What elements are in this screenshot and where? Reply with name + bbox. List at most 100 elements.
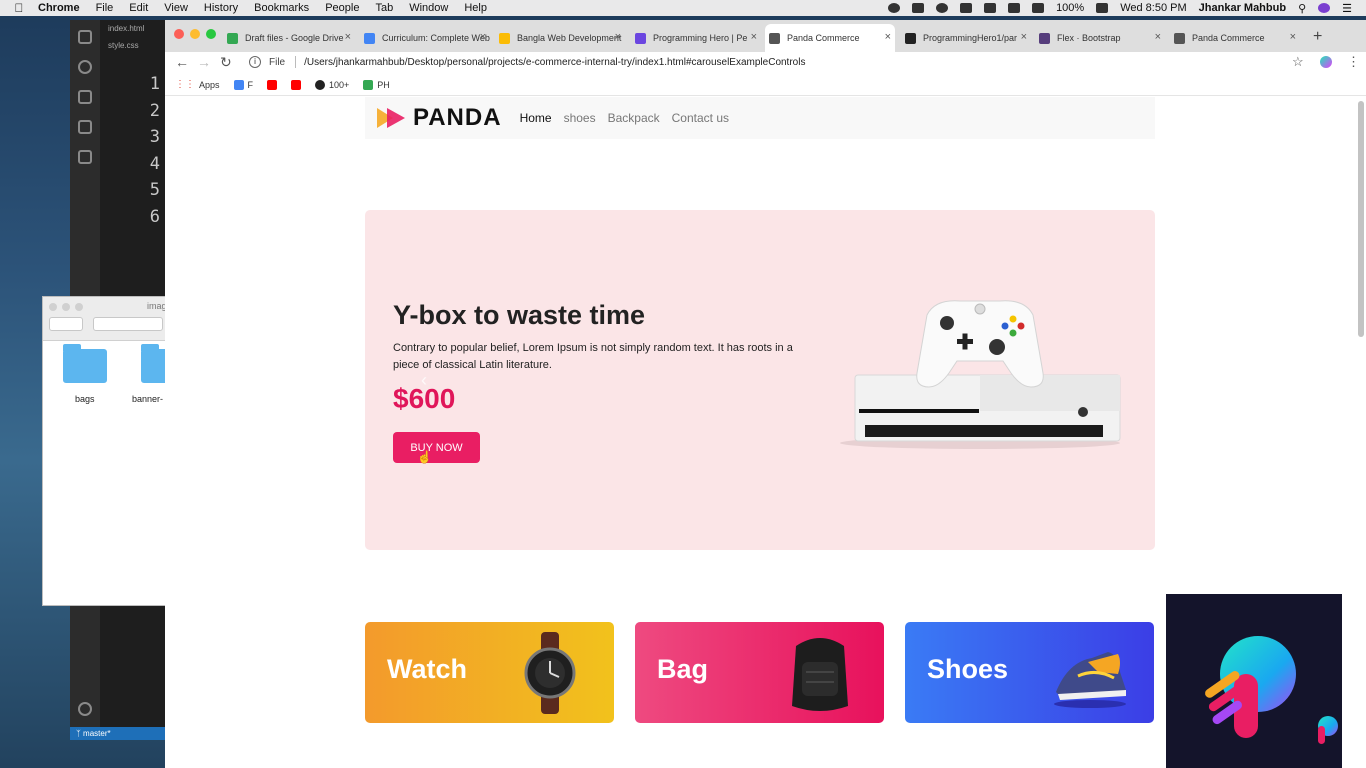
hero-description: Contrary to popular belief, Lorem Ipsum … bbox=[393, 342, 793, 371]
tab-title: Draft files - Google Drive bbox=[245, 33, 344, 43]
category-card-shoes[interactable]: Shoes bbox=[905, 622, 1154, 723]
debug-icon[interactable] bbox=[78, 120, 92, 134]
nav-shoes[interactable]: shoes bbox=[564, 111, 596, 125]
bookmark-star-icon[interactable]: ☆ bbox=[1292, 54, 1304, 70]
bookmark-youtube-1[interactable] bbox=[267, 79, 278, 90]
folder-label-banner[interactable]: banner- bbox=[132, 394, 163, 404]
menu-help[interactable]: Help bbox=[464, 2, 487, 14]
menu-history[interactable]: History bbox=[204, 2, 238, 14]
wifi-icon[interactable] bbox=[960, 3, 973, 13]
cloud-icon[interactable] bbox=[912, 3, 925, 13]
menu-file[interactable]: File bbox=[96, 2, 114, 14]
nav-home[interactable]: Home bbox=[520, 111, 552, 125]
git-branch-icon: ᛉ bbox=[76, 729, 81, 738]
brand-name: PANDA bbox=[413, 104, 502, 131]
reload-icon[interactable]: ↻ bbox=[220, 54, 232, 71]
folder-label-bags[interactable]: bags bbox=[75, 394, 95, 404]
category-card-watch[interactable]: Watch bbox=[365, 622, 614, 723]
youtube-icon bbox=[291, 79, 302, 90]
minimize-dot[interactable] bbox=[62, 303, 70, 311]
spotlight-icon[interactable]: ⚲ bbox=[1298, 2, 1306, 15]
siri-icon[interactable] bbox=[1318, 3, 1331, 13]
browser-tab[interactable]: Curriculum: Complete Web × bbox=[360, 24, 490, 52]
tab-close-icon[interactable]: × bbox=[480, 31, 486, 43]
display-icon[interactable] bbox=[1008, 3, 1021, 13]
finder-back-forward[interactable] bbox=[49, 317, 83, 331]
browser-tab[interactable]: Bangla Web Development × bbox=[495, 24, 625, 52]
nav-backpack[interactable]: Backpack bbox=[608, 111, 660, 125]
browser-tab[interactable]: ProgrammingHero1/par × bbox=[901, 24, 1031, 52]
menu-app-name[interactable]: Chrome bbox=[38, 2, 80, 14]
menu-view[interactable]: View bbox=[164, 2, 188, 14]
menu-window[interactable]: Window bbox=[409, 2, 448, 14]
extension-icon[interactable] bbox=[1320, 56, 1332, 68]
nav-contact[interactable]: Contact us bbox=[672, 111, 729, 125]
user-name[interactable]: Jhankar Mahbub bbox=[1199, 2, 1286, 14]
tab-close-icon[interactable]: × bbox=[1290, 31, 1296, 43]
bookmark-label: 100+ bbox=[329, 79, 350, 90]
minimize-window-dot[interactable] bbox=[190, 29, 200, 39]
finder-view-switcher[interactable] bbox=[93, 317, 163, 331]
bookmark-youtube-2[interactable] bbox=[291, 79, 302, 90]
buy-now-button[interactable]: BUY NOW bbox=[393, 432, 480, 463]
address-bar[interactable]: i File /Users/jhankarmahbub/Desktop/pers… bbox=[249, 52, 1339, 72]
bookmark-ph[interactable]: PH bbox=[363, 79, 390, 90]
tab-favicon-icon bbox=[227, 33, 238, 44]
explorer-icon[interactable] bbox=[78, 30, 92, 44]
category-label: Watch bbox=[387, 654, 467, 684]
carousel-prev-icon[interactable]: ‹ bbox=[421, 370, 427, 391]
finder-toolbar: imag bbox=[43, 297, 171, 341]
apple-menu-icon[interactable]:  bbox=[0, 1, 38, 15]
bookmarks-bar: ⋮⋮ Apps F 100+ PH bbox=[165, 74, 1366, 96]
dropbox-icon[interactable] bbox=[936, 3, 949, 13]
brand-logo[interactable]: PANDA bbox=[375, 104, 502, 132]
browser-tab[interactable]: Flex · Bootstrap × bbox=[1035, 24, 1165, 52]
search-icon[interactable] bbox=[78, 60, 92, 74]
tab-close-icon[interactable]: × bbox=[751, 31, 757, 43]
close-window-dot[interactable] bbox=[174, 29, 184, 39]
flag-icon[interactable] bbox=[984, 3, 997, 13]
hero-carousel: Y-box to waste time Contrary to popular … bbox=[365, 210, 1155, 550]
zoom-dot[interactable] bbox=[75, 303, 83, 311]
menu-bookmarks[interactable]: Bookmarks bbox=[254, 2, 309, 14]
record-icon[interactable] bbox=[888, 3, 901, 13]
tab-close-icon[interactable]: × bbox=[615, 31, 621, 43]
menu-edit[interactable]: Edit bbox=[129, 2, 148, 14]
tab-close-icon[interactable]: × bbox=[885, 31, 891, 43]
tab-close-icon[interactable]: × bbox=[345, 31, 351, 43]
close-dot[interactable] bbox=[49, 303, 57, 311]
menu-dots-icon[interactable]: ⋮ bbox=[1347, 54, 1360, 70]
bookmark-f[interactable]: F bbox=[233, 79, 253, 90]
battery-icon[interactable] bbox=[1096, 3, 1109, 13]
notification-center-icon[interactable]: ☰ bbox=[1342, 2, 1352, 15]
menu-tab[interactable]: Tab bbox=[375, 2, 393, 14]
browser-tab[interactable]: Panda Commerce × bbox=[765, 24, 895, 52]
apps-grid-icon: ⋮⋮ bbox=[175, 79, 195, 90]
tab-close-icon[interactable]: × bbox=[1021, 31, 1027, 43]
volume-icon[interactable] bbox=[1032, 3, 1045, 13]
category-card-bag[interactable]: Bag bbox=[635, 622, 884, 723]
zoom-window-dot[interactable] bbox=[206, 29, 216, 39]
extensions-icon[interactable] bbox=[78, 150, 92, 164]
forward-arrow-icon[interactable]: → bbox=[197, 54, 211, 70]
bookmark-label: PH bbox=[377, 79, 390, 90]
bookmark-apps[interactable]: ⋮⋮ Apps bbox=[175, 79, 220, 90]
bookmark-github[interactable]: 100+ bbox=[315, 79, 350, 90]
clock[interactable]: Wed 8:50 PM bbox=[1120, 2, 1186, 14]
browser-tab[interactable]: Draft files - Google Drive × bbox=[223, 24, 355, 52]
tab-close-icon[interactable]: × bbox=[1155, 31, 1161, 43]
git-branch[interactable]: master* bbox=[83, 729, 111, 738]
back-arrow-icon[interactable]: ← bbox=[175, 54, 189, 70]
browser-tab[interactable]: Programming Hero | Pe × bbox=[631, 24, 761, 52]
browser-tab[interactable]: Panda Commerce × bbox=[1170, 24, 1300, 52]
source-control-icon[interactable] bbox=[78, 90, 92, 104]
settings-gear-icon[interactable] bbox=[78, 702, 92, 716]
battery-percent[interactable]: 100% bbox=[1056, 2, 1084, 14]
folder-icon[interactable] bbox=[63, 344, 107, 383]
site-info-icon[interactable]: i bbox=[249, 56, 261, 68]
page-scrollbar[interactable] bbox=[1358, 101, 1364, 337]
menu-people[interactable]: People bbox=[325, 2, 359, 14]
new-tab-button[interactable]: + bbox=[1313, 28, 1322, 46]
sneaker-image bbox=[1054, 652, 1126, 708]
address-url[interactable]: /Users/jhankarmahbub/Desktop/personal/pr… bbox=[304, 57, 805, 68]
